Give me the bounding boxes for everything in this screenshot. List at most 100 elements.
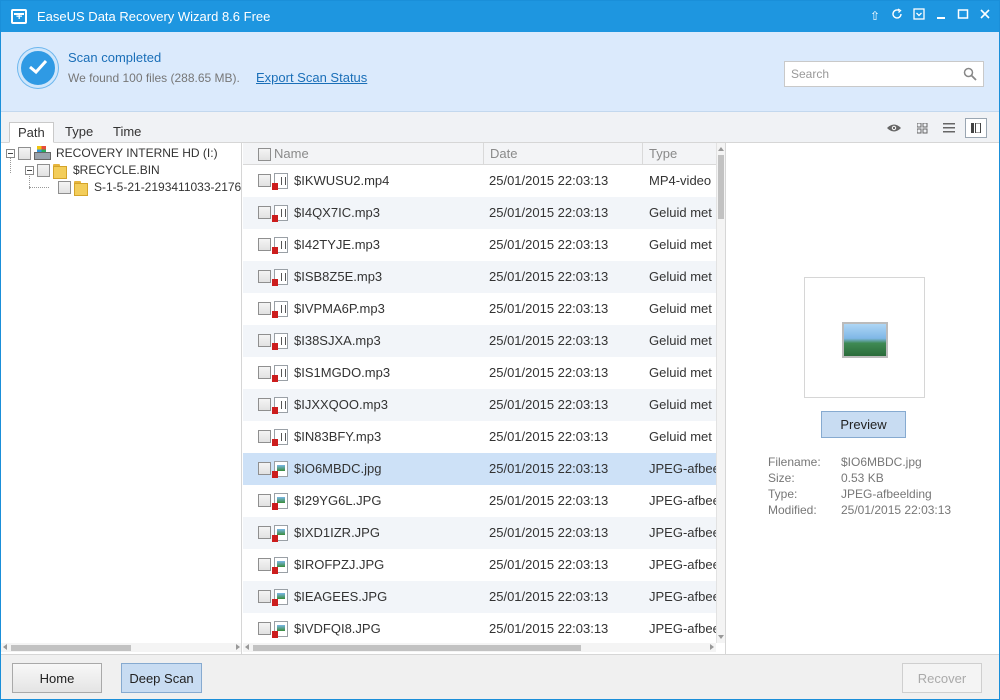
image-file-icon — [272, 589, 288, 606]
tree-checkbox[interactable] — [18, 146, 31, 160]
detail-pane-icon[interactable] — [965, 118, 987, 138]
folder-icon — [53, 163, 69, 179]
file-row[interactable]: $IXD1IZR.JPG 25/01/2015 22:03:13 JPEG-afbe… — [243, 517, 716, 549]
audio-file-icon — [272, 397, 288, 414]
file-type-cell: Geluid met — [649, 205, 712, 220]
minimize-icon[interactable] — [933, 7, 949, 25]
file-name-cell: $IS1MGDO.mp3 — [294, 365, 391, 380]
file-type-cell: Geluid met — [649, 237, 712, 252]
export-scan-status-link[interactable]: Export Scan Status — [256, 70, 367, 85]
preview-button[interactable]: Preview — [821, 411, 906, 438]
refresh-icon[interactable] — [889, 7, 905, 25]
file-row-checkbox[interactable] — [258, 334, 271, 347]
tree-node-sid-folder[interactable]: S-1-5-21-2193411033-21769 — [58, 179, 241, 196]
file-row[interactable]: $IVDFQI8.JPG 25/01/2015 22:03:13 JPEG-afbe… — [243, 613, 716, 645]
scan-found-summary: We found 100 files (288.65 MB). — [68, 71, 240, 85]
collapse-icon[interactable] — [6, 148, 15, 158]
file-row-checkbox[interactable] — [258, 462, 271, 475]
file-row[interactable]: $I38SJXA.mp3 25/01/2015 22:03:13 Geluid me… — [243, 325, 716, 357]
close-icon[interactable] — [977, 7, 993, 25]
file-row[interactable]: $I4QX7IC.mp3 25/01/2015 22:03:13 Geluid me… — [243, 197, 716, 229]
file-row-checkbox[interactable] — [258, 174, 271, 187]
tab-path[interactable]: Path — [9, 122, 54, 143]
recover-button[interactable]: Recover — [902, 663, 982, 693]
file-type-cell: MP4-video — [649, 173, 712, 188]
home-button[interactable]: Home — [12, 663, 102, 693]
file-row[interactable]: $IKWUSU2.mp4 25/01/2015 22:03:13 MP4-video — [243, 165, 716, 197]
list-view-icon[interactable] — [938, 118, 960, 138]
search-box[interactable] — [784, 61, 984, 87]
tree-checkbox[interactable] — [37, 163, 50, 177]
file-row-checkbox[interactable] — [258, 590, 271, 603]
file-type-cell: JPEG-afbee — [649, 557, 716, 572]
file-row[interactable]: $IS1MGDO.mp3 25/01/2015 22:03:13 Geluid me… — [243, 357, 716, 389]
menu-dropdown-icon[interactable] — [911, 7, 927, 25]
file-row[interactable]: $IEAGEES.JPG 25/01/2015 22:03:13 JPEG-afbe… — [243, 581, 716, 613]
meta-modified: Modified: 25/01/2015 22:03:13 — [768, 503, 952, 517]
window-title: EaseUS Data Recovery Wizard 8.6 Free — [37, 9, 271, 24]
file-row-checkbox[interactable] — [258, 526, 271, 539]
audio-file-icon — [272, 429, 288, 446]
file-name-cell: $IN83BFY.mp3 — [294, 429, 382, 444]
tab-time[interactable]: Time — [105, 122, 149, 143]
file-name-cell: $I4QX7IC.mp3 — [294, 205, 380, 220]
file-date-cell: 25/01/2015 22:03:13 — [489, 301, 609, 316]
file-row-checkbox[interactable] — [258, 270, 271, 283]
file-date-cell: 25/01/2015 22:03:13 — [489, 525, 609, 540]
deep-scan-button[interactable]: Deep Scan — [121, 663, 202, 693]
tab-type[interactable]: Type — [57, 122, 101, 143]
file-row-checkbox[interactable] — [258, 366, 271, 379]
tree-node-drive[interactable]: RECOVERY INTERNE HD (I:) — [6, 145, 218, 161]
file-row[interactable]: $IJXXQOO.mp3 25/01/2015 22:03:13 Geluid me… — [243, 389, 716, 421]
search-icon[interactable] — [963, 67, 977, 81]
collapse-icon[interactable] — [25, 165, 34, 175]
view-tab-strip: Path Type Time — [1, 112, 999, 143]
folder-icon — [74, 180, 90, 196]
image-file-icon — [272, 557, 288, 574]
eye-icon[interactable] — [883, 118, 905, 138]
file-row-checkbox[interactable] — [258, 622, 271, 635]
file-row-checkbox[interactable] — [258, 398, 271, 411]
bottom-action-bar: Home Deep Scan Recover — [1, 654, 999, 699]
file-type-cell: Geluid met — [649, 333, 712, 348]
file-row[interactable]: $IO6MBDC.jpg 25/01/2015 22:03:13 JPEG-afbe… — [243, 453, 716, 485]
file-row[interactable]: $I29YG6L.JPG 25/01/2015 22:03:13 JPEG-afbe… — [243, 485, 716, 517]
file-name-cell: $IXD1IZR.JPG — [294, 525, 380, 540]
upgrade-arrow-icon[interactable]: ⇧ — [867, 7, 883, 25]
file-row[interactable]: $IN83BFY.mp3 25/01/2015 22:03:13 Geluid me… — [243, 421, 716, 453]
file-row-checkbox[interactable] — [258, 430, 271, 443]
file-row-checkbox[interactable] — [258, 238, 271, 251]
column-header-name[interactable]: Name — [268, 143, 484, 165]
tree-checkbox[interactable] — [58, 180, 71, 194]
audio-file-icon — [272, 205, 288, 222]
file-rows: $IKWUSU2.mp4 25/01/2015 22:03:13 MP4-video… — [243, 165, 716, 645]
file-list-horizontal-scrollbar[interactable] — [243, 643, 716, 652]
audio-file-icon — [272, 365, 288, 382]
file-row[interactable]: $I42TYJE.mp3 25/01/2015 22:03:13 Geluid me… — [243, 229, 716, 261]
file-row[interactable]: $IROFPZJ.JPG 25/01/2015 22:03:13 JPEG-afbe… — [243, 549, 716, 581]
file-type-cell: Geluid met — [649, 365, 712, 380]
tree-horizontal-scrollbar[interactable] — [1, 643, 241, 652]
scan-status-title: Scan completed — [68, 50, 162, 65]
tree-node-recycle-bin[interactable]: $RECYCLE.BIN — [25, 162, 160, 179]
file-row[interactable]: $ISB8Z5E.mp3 25/01/2015 22:03:13 Geluid me… — [243, 261, 716, 293]
file-type-cell: JPEG-afbee — [649, 493, 716, 508]
file-row-checkbox[interactable] — [258, 302, 271, 315]
meta-size: Size: 0.53 KB — [768, 471, 884, 485]
app-logo-icon — [11, 9, 27, 24]
file-row[interactable]: $IVPMA6P.mp3 25/01/2015 22:03:13 Geluid me… — [243, 293, 716, 325]
image-file-icon — [272, 525, 288, 542]
file-row-checkbox[interactable] — [258, 494, 271, 507]
file-row-checkbox[interactable] — [258, 206, 271, 219]
preview-panel: Preview Filename: $IO6MBDC.jpg Size: 0.53 … — [725, 143, 999, 654]
column-header-type[interactable]: Type — [643, 143, 716, 165]
file-date-cell: 25/01/2015 22:03:13 — [489, 621, 609, 636]
maximize-icon[interactable] — [955, 7, 971, 25]
column-header-date[interactable]: Date — [484, 143, 643, 165]
thumbnail-grid-icon[interactable] — [911, 118, 933, 138]
search-input[interactable] — [789, 65, 959, 83]
file-list: Name Date Type $IKWUSU2.mp4 25/01/2015 22… — [243, 143, 725, 654]
file-row-checkbox[interactable] — [258, 558, 271, 571]
file-list-vertical-scrollbar[interactable] — [716, 143, 725, 643]
file-date-cell: 25/01/2015 22:03:13 — [489, 173, 609, 188]
